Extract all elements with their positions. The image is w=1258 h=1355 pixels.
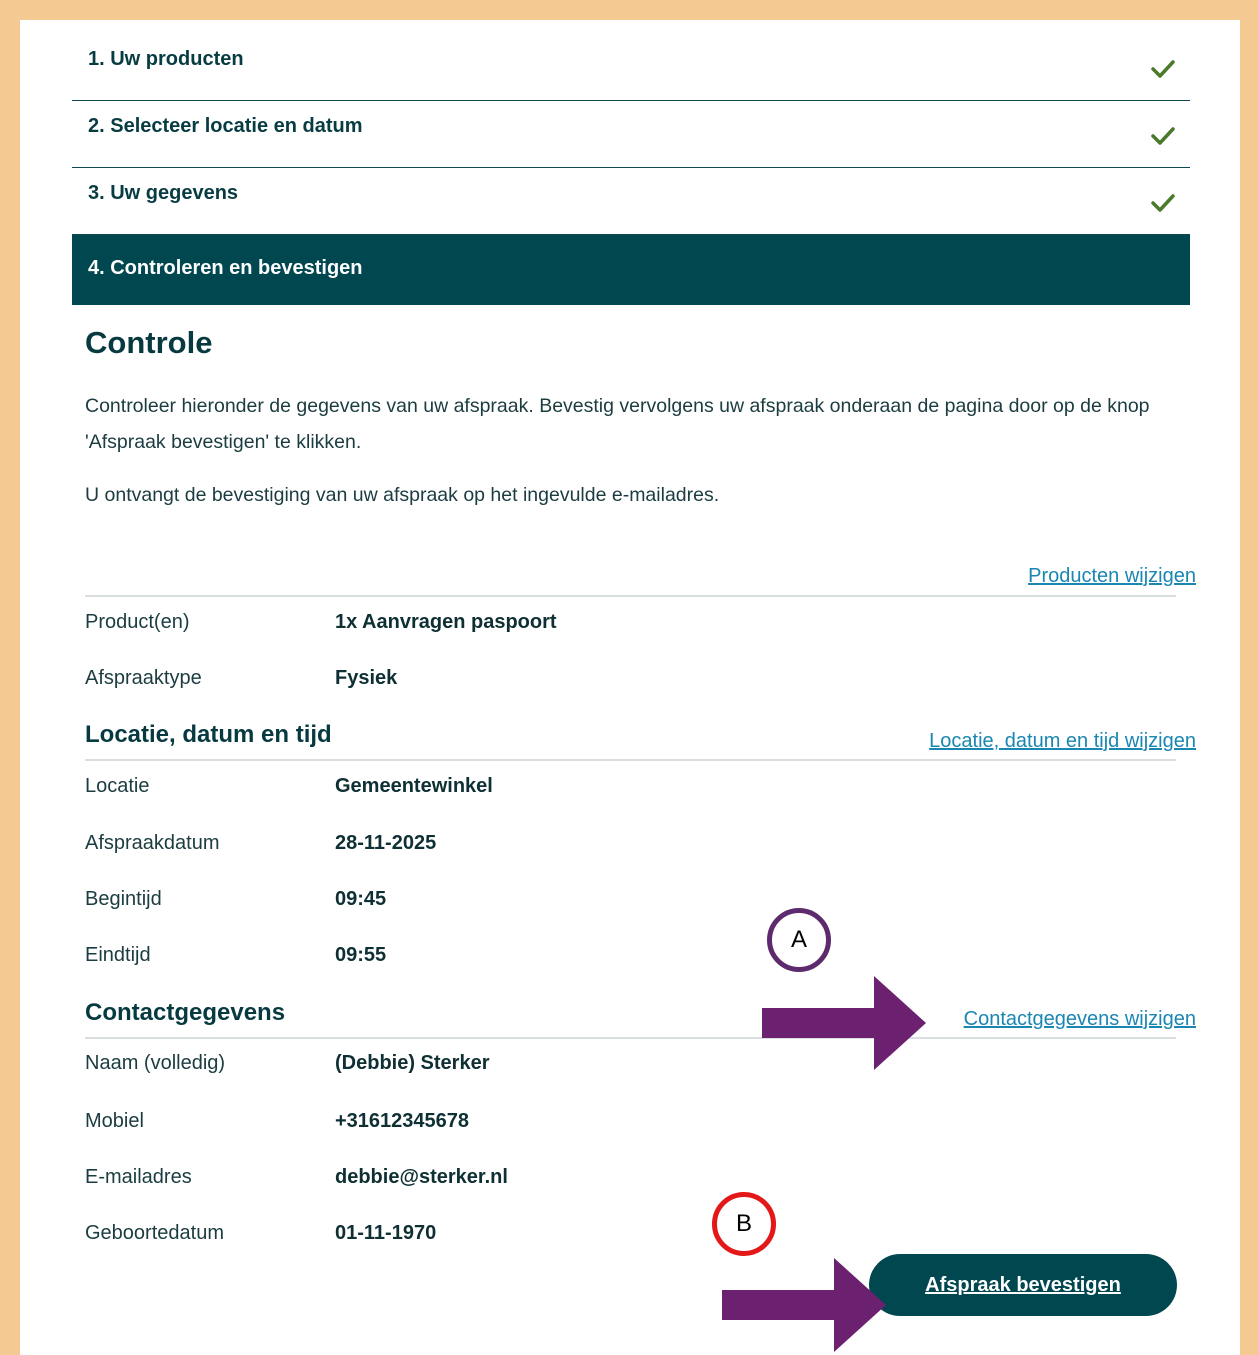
end-time-value: 09:55 [335,944,387,966]
page-title: Controle [85,325,213,360]
start-time-label: Begintijd [85,888,162,910]
step-selecteer-locatie[interactable]: 2. Selecteer locatie en datum [72,101,1190,168]
divider [85,595,1176,597]
step-controleren-bevestigen: 4. Controleren en bevestigen [72,235,1190,305]
checkmark-icon [1151,194,1175,212]
annotation-marker-b: B [712,1192,776,1256]
divider [85,759,1176,761]
email-value: debbie@sterker.nl [335,1166,508,1188]
mobile-label: Mobiel [85,1110,144,1132]
step-label: 2. Selecteer locatie en datum [88,115,363,137]
change-location-link[interactable]: Locatie, datum en tijd wijzigen [929,730,1196,753]
location-value: Gemeentewinkel [335,775,493,797]
step-label: 4. Controleren en bevestigen [88,257,363,279]
divider [85,1037,1176,1039]
annotation-arrow-b-icon [722,1258,886,1352]
location-section-title: Locatie, datum en tijd [85,721,332,748]
date-label: Afspraakdatum [85,832,220,854]
product-label: Product(en) [85,611,190,633]
date-value: 28-11-2025 [335,832,437,854]
checkmark-icon [1151,60,1175,78]
confirmation-email-note: U ontvangt de bevestiging van uw afspraa… [85,484,720,506]
appointment-type-label: Afspraaktype [85,667,202,689]
intro-text: Controleer hieronder de gegevens van uw … [85,395,1150,453]
confirm-appointment-button[interactable]: Afspraak bevestigen [869,1254,1177,1316]
email-label: E-mailadres [85,1166,192,1188]
product-value: 1x Aanvragen paspoort [335,611,557,633]
end-time-label: Eindtijd [85,944,151,966]
step-navigation: 1. Uw producten 2. Selecteer locatie en … [72,34,1190,305]
step-uw-producten[interactable]: 1. Uw producten [72,34,1190,101]
contact-section-title: Contactgegevens [85,999,286,1026]
location-label: Locatie [85,775,150,797]
annotation-arrow-a-icon [762,976,926,1070]
full-name-label: Naam (volledig) [85,1052,226,1074]
appointment-type-value: Fysiek [335,667,398,689]
step-label: 1. Uw producten [88,48,244,70]
full-name-value: (Debbie) Sterker [335,1052,490,1074]
birthdate-label: Geboortedatum [85,1222,224,1244]
change-contact-link[interactable]: Contactgegevens wijzigen [964,1008,1196,1031]
start-time-value: 09:45 [335,888,387,910]
annotation-marker-a: A [767,908,831,972]
mobile-value: +31612345678 [335,1110,470,1132]
change-products-link[interactable]: Producten wijzigen [1028,565,1196,588]
checkmark-icon [1151,127,1175,145]
step-uw-gegevens[interactable]: 3. Uw gegevens [72,168,1190,235]
step-label: 3. Uw gegevens [88,182,239,204]
birthdate-value: 01-11-1970 [335,1222,437,1244]
